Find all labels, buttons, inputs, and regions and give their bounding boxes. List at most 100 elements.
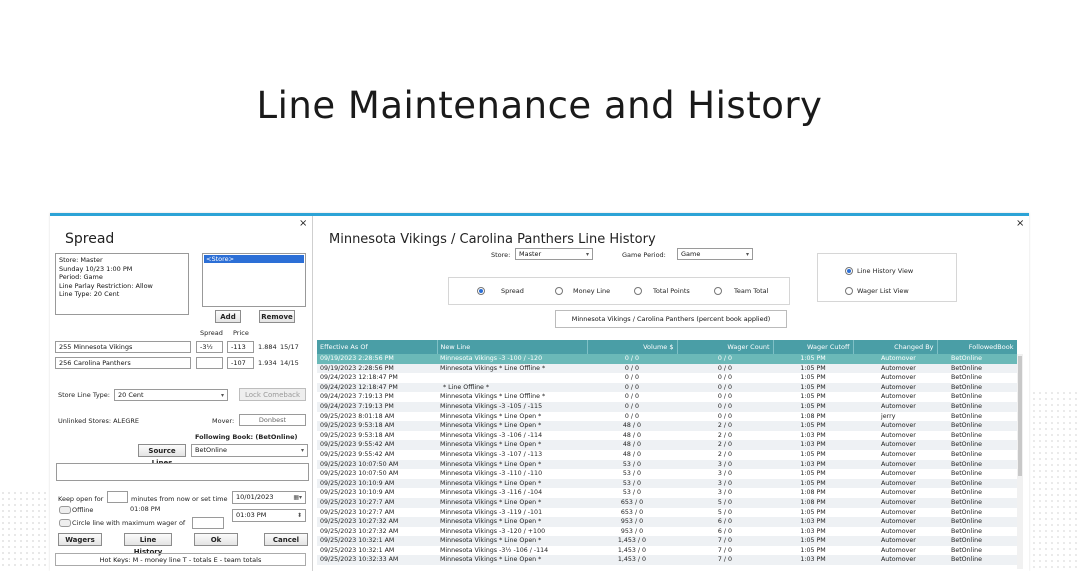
table-row[interactable]: 09/24/2023 7:19:13 PM Minnesota Vikings *… xyxy=(317,392,1017,402)
max-wager-field[interactable] xyxy=(192,517,224,529)
table-cell: 1:05 PM xyxy=(800,508,826,516)
calendar-icon[interactable]: ▦▾ xyxy=(293,492,302,503)
table-cell: BetOnline xyxy=(937,517,1017,527)
table-row[interactable]: 09/25/2023 10:10:9 AM Minnesota Vikings -… xyxy=(317,488,1017,498)
table-cell: BetOnline xyxy=(951,546,982,554)
table-row[interactable]: 09/25/2023 9:55:42 AM Minnesota Vikings *… xyxy=(317,440,1017,450)
minutes-label: minutes from now or set time xyxy=(131,495,228,503)
column-header[interactable]: FollowedBook xyxy=(937,340,1017,354)
table-row[interactable]: 09/25/2023 10:32:33 AM Minnesota Vikings … xyxy=(317,555,1017,566)
column-header[interactable]: Volume $ xyxy=(587,340,678,354)
table-cell: 3 / 0 xyxy=(677,478,773,489)
table-row[interactable]: 09/25/2023 9:53:18 AM Minnesota Vikings -… xyxy=(317,431,1017,441)
table-cell: Minnesota Vikings -3 -100 / -120 xyxy=(437,354,587,364)
table-row[interactable]: 09/25/2023 10:27:32 AM Minnesota Vikings … xyxy=(317,517,1017,527)
team-field[interactable]: 256 Carolina Panthers xyxy=(55,357,191,369)
table-cell: Minnesota Vikings * Line Open * xyxy=(437,478,587,489)
spread-radio-label: Spread xyxy=(501,287,524,295)
date-picker[interactable]: 10/01/2023 ▦▾ xyxy=(232,491,306,504)
cancel-button[interactable]: Cancel xyxy=(264,533,308,546)
table-row[interactable]: 09/25/2023 10:27:7 AM Minnesota Vikings -… xyxy=(317,508,1017,518)
column-header[interactable]: New Line xyxy=(437,340,588,354)
add-button[interactable]: Add xyxy=(215,310,241,323)
circle-line-toggle[interactable] xyxy=(59,519,71,527)
store-list-item[interactable]: <Store> xyxy=(204,255,304,263)
table-row[interactable]: 09/25/2023 10:27:7 AM Minnesota Vikings *… xyxy=(317,497,1017,508)
line-history-button[interactable]: Line History xyxy=(124,533,172,556)
scrollbar-thumb[interactable] xyxy=(1018,356,1022,476)
team-total-radio-label: Team Total xyxy=(734,287,769,295)
decimal-odds: 1.934 xyxy=(258,359,277,367)
notes-field[interactable] xyxy=(56,463,309,481)
remove-button[interactable]: Remove xyxy=(259,310,295,323)
table-cell: Automover xyxy=(853,459,937,470)
table-row[interactable]: 09/25/2023 10:10:9 AM Minnesota Vikings *… xyxy=(317,478,1017,489)
offline-toggle[interactable] xyxy=(59,506,71,514)
table-row[interactable]: 09/25/2023 9:53:18 AM Minnesota Vikings *… xyxy=(317,421,1017,431)
column-header[interactable]: Changed By xyxy=(853,340,938,354)
money-line-radio-label: Money Line xyxy=(573,287,611,295)
table-cell: 0 / 0 xyxy=(717,412,733,420)
table-cell: Automover xyxy=(881,508,916,516)
column-header[interactable]: Wager Count xyxy=(677,340,774,354)
table-row[interactable]: 09/19/2023 2:28:56 PM Minnesota Vikings -… xyxy=(317,354,1017,364)
keep-open-label: Keep open for xyxy=(58,495,104,503)
table-scrollbar[interactable] xyxy=(1017,354,1023,569)
close-icon[interactable]: × xyxy=(1016,218,1024,229)
minutes-field[interactable] xyxy=(107,491,128,503)
table-row[interactable]: 09/25/2023 10:27:32 AM Minnesota Vikings … xyxy=(317,527,1017,537)
game-period-select[interactable]: Game ▾ xyxy=(677,248,753,260)
spinner-icon[interactable]: ⬍ xyxy=(297,510,302,521)
table-cell: 48 / 0 xyxy=(587,440,677,450)
spread-radio[interactable] xyxy=(477,287,485,295)
money-line-radio[interactable] xyxy=(555,287,563,295)
close-icon[interactable]: × xyxy=(299,218,307,229)
table-cell: 0 / 0 xyxy=(624,374,640,382)
table-cell: Minnesota Vikings * Line Open * xyxy=(437,440,587,450)
price-field[interactable]: -107 xyxy=(227,357,254,369)
table-cell: BetOnline xyxy=(951,489,982,497)
table-cell: 09/25/2023 9:55:42 AM xyxy=(320,450,395,458)
table-row[interactable]: 09/25/2023 8:01:18 AM Minnesota Vikings *… xyxy=(317,412,1017,422)
page-title: Line Maintenance and History xyxy=(256,84,823,127)
wagers-button[interactable]: Wagers xyxy=(58,533,102,546)
price-header: Price xyxy=(233,329,249,337)
following-book-select[interactable]: BetOnline ▾ xyxy=(191,444,308,457)
line-history-table[interactable]: Effective As Of New Line Volume $ Wager … xyxy=(317,340,1017,571)
store-select[interactable]: Master ▾ xyxy=(515,248,593,260)
lock-comeback-button[interactable]: Lock Comeback xyxy=(239,388,306,401)
price-field[interactable]: -113 xyxy=(227,341,254,353)
table-cell: 5 / 0 xyxy=(717,508,733,516)
total-points-radio[interactable] xyxy=(634,287,642,295)
column-header[interactable]: Wager Cutoff xyxy=(773,340,854,354)
table-row[interactable]: 09/25/2023 10:32:1 AM Minnesota Vikings -… xyxy=(317,546,1017,556)
spread-field[interactable] xyxy=(196,357,223,369)
game-period-label: Game Period: xyxy=(622,251,666,259)
wager-list-view-label: Wager List View xyxy=(857,287,909,295)
mover-field[interactable]: Donbest xyxy=(239,414,306,426)
table-row[interactable]: 09/19/2023 2:28:56 PM Minnesota Vikings *… xyxy=(317,363,1017,374)
store-list[interactable]: <Store> xyxy=(202,253,306,307)
spread-field[interactable]: -3½ xyxy=(196,341,223,353)
line-history-view-radio[interactable] xyxy=(845,267,853,275)
table-row[interactable]: 09/25/2023 10:07:50 AM Minnesota Vikings … xyxy=(317,469,1017,479)
hotkeys-bar: Hot Keys: M - money line T - totals E - … xyxy=(55,553,306,566)
table-cell: Automover xyxy=(853,536,937,546)
team-total-radio[interactable] xyxy=(714,287,722,295)
table-cell: 0 / 0 xyxy=(587,401,677,412)
store-line-type-select[interactable]: 20 Cent ▾ xyxy=(114,389,228,401)
ok-button[interactable]: Ok xyxy=(194,533,238,546)
time-picker[interactable]: 01:03 PM ⬍ xyxy=(232,509,306,522)
table-row[interactable]: 09/25/2023 10:07:50 AM Minnesota Vikings … xyxy=(317,459,1017,470)
source-lines-button[interactable]: Source Lines xyxy=(138,444,186,467)
table-row[interactable]: 09/24/2023 12:18:47 PM * Line Offline * 0 … xyxy=(317,382,1017,393)
table-row[interactable]: 09/24/2023 12:18:47 PM 0 / 0 0 / 0 1:05 PM A… xyxy=(317,373,1017,383)
table-row[interactable]: 09/25/2023 9:55:42 AM Minnesota Vikings -… xyxy=(317,450,1017,460)
table-cell: 1:05 PM xyxy=(800,374,826,382)
table-cell: 09/25/2023 9:55:42 AM xyxy=(317,440,437,450)
table-row[interactable]: 09/25/2023 10:32:1 AM Minnesota Vikings *… xyxy=(317,536,1017,546)
column-header[interactable]: Effective As Of xyxy=(317,340,438,354)
wager-list-view-radio[interactable] xyxy=(845,287,853,295)
table-row[interactable]: 09/24/2023 7:19:13 PM Minnesota Vikings -… xyxy=(317,401,1017,412)
team-field[interactable]: 255 Minnesota Vikings xyxy=(55,341,191,353)
